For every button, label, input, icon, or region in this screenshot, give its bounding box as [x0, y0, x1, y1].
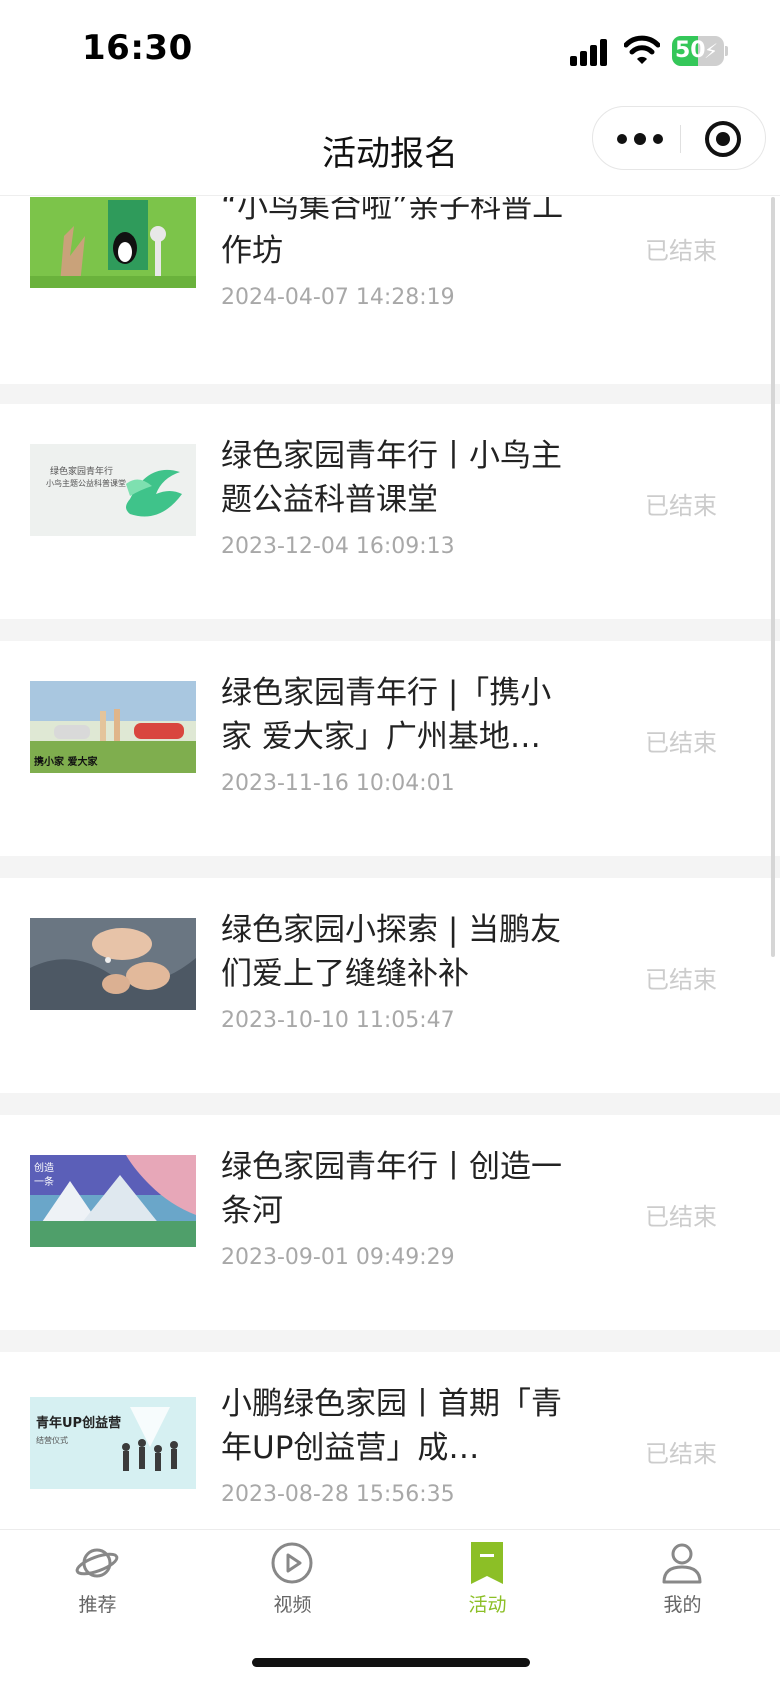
- user-icon: [662, 1543, 702, 1584]
- tab-mine[interactable]: 我的: [585, 1530, 780, 1630]
- tab-label: 视频: [273, 1594, 312, 1616]
- activity-status: 已结束: [645, 237, 717, 265]
- activity-status: 已结束: [645, 1440, 717, 1468]
- activity-title[interactable]: 绿色家园青年行丨小鸟主题公益科普课堂: [221, 434, 571, 522]
- activity-card[interactable]: 绿色家园青年行 小鸟主题公益科普课堂 绿色家园青年行丨小鸟主题公益科普课堂 20…: [0, 404, 780, 619]
- svg-text:一条: 一条: [34, 1175, 54, 1188]
- tab-label: 推荐: [78, 1594, 117, 1616]
- cellular-signal-icon: [570, 38, 610, 66]
- svg-text:绿色家园青年行: 绿色家园青年行: [50, 465, 113, 477]
- close-miniprogram-button[interactable]: [705, 121, 741, 157]
- activity-date: 2024-04-07 14:28:19: [221, 285, 455, 310]
- svg-text:小鸟主题公益科普课堂: 小鸟主题公益科普课堂: [46, 478, 126, 488]
- activity-thumbnail: 绿色家园青年行 小鸟主题公益科普课堂: [30, 444, 196, 536]
- tab-recommend[interactable]: 推荐: [0, 1530, 195, 1630]
- activity-date: 2023-08-28 15:56:35: [221, 1482, 455, 1507]
- svg-text:携小家 爱大家: 携小家 爱大家: [34, 755, 98, 768]
- tab-activity[interactable]: 活动: [390, 1530, 585, 1630]
- activity-title[interactable]: 绿色家园青年行丨创造一条河: [221, 1145, 571, 1233]
- status-time: 16:30: [82, 28, 193, 68]
- activity-title[interactable]: 小鹏绿色家园丨首期「青年UP创益营」成…: [221, 1382, 571, 1470]
- activity-thumbnail: [30, 197, 196, 288]
- planet-icon: [75, 1548, 119, 1578]
- status-bar: 16:30 50 ⚡: [0, 0, 780, 100]
- nav-bar: 活动报名: [0, 100, 780, 196]
- svg-text:青年UP创益营: 青年UP创益营: [36, 1415, 121, 1431]
- scrollbar[interactable]: [771, 197, 775, 957]
- activity-thumbnail: 携小家 爱大家: [30, 681, 196, 773]
- activity-thumbnail: [30, 918, 196, 1010]
- activity-status: 已结束: [645, 492, 717, 520]
- activity-card[interactable]: 青年UP创益营 结营仪式 小鹏绿色家园丨首期「青年UP创益营」成… 2023-0…: [0, 1352, 780, 1529]
- activity-title[interactable]: “小鸟集合啦”亲子科普工作坊: [221, 197, 571, 273]
- activity-date: 2023-12-04 16:09:13: [221, 534, 455, 559]
- activity-status: 已结束: [645, 1203, 717, 1231]
- activity-title[interactable]: 绿色家园小探索 | 当鹏友们爱上了缝缝补补: [221, 908, 571, 996]
- svg-text:结营仪式: 结营仪式: [36, 1435, 68, 1445]
- tab-label: 我的: [663, 1594, 702, 1616]
- activity-date: 2023-11-16 10:04:01: [221, 771, 455, 796]
- play-icon: [271, 1542, 313, 1584]
- activity-card[interactable]: “小鸟集合啦”亲子科普工作坊 2024-04-07 14:28:19 已结束: [0, 197, 780, 384]
- miniprogram-capsule: [592, 106, 766, 170]
- battery-icon: 50 ⚡: [672, 36, 728, 66]
- activity-thumbnail: 青年UP创益营 结营仪式: [30, 1397, 196, 1489]
- activity-status: 已结束: [645, 966, 717, 994]
- activity-title[interactable]: 绿色家园青年行 |「携小家 爱大家」广州基地…: [221, 671, 571, 759]
- bookmark-icon: [471, 1542, 503, 1584]
- svg-text:创造: 创造: [34, 1161, 54, 1174]
- activity-list[interactable]: “小鸟集合啦”亲子科普工作坊 2024-04-07 14:28:19 已结束 绿…: [0, 197, 780, 1529]
- tab-video[interactable]: 视频: [195, 1530, 390, 1630]
- tab-label: 活动: [468, 1594, 507, 1616]
- activity-status: 已结束: [645, 729, 717, 757]
- battery-percent: 50: [675, 38, 706, 63]
- more-options-button[interactable]: [617, 107, 677, 171]
- activity-date: 2023-10-10 11:05:47: [221, 1008, 455, 1033]
- home-indicator: [252, 1658, 530, 1667]
- activity-card[interactable]: 绿色家园小探索 | 当鹏友们爱上了缝缝补补 2023-10-10 11:05:4…: [0, 878, 780, 1093]
- activity-date: 2023-09-01 09:49:29: [221, 1245, 455, 1270]
- activity-card[interactable]: 携小家 爱大家 绿色家园青年行 |「携小家 爱大家」广州基地… 2023-11-…: [0, 641, 780, 856]
- activity-thumbnail: 创造 一条: [30, 1155, 196, 1247]
- activity-card[interactable]: 创造 一条 绿色家园青年行丨创造一条河 2023-09-01 09:49:29 …: [0, 1115, 780, 1330]
- charging-bolt-icon: ⚡: [704, 39, 719, 63]
- wifi-icon: [624, 35, 660, 64]
